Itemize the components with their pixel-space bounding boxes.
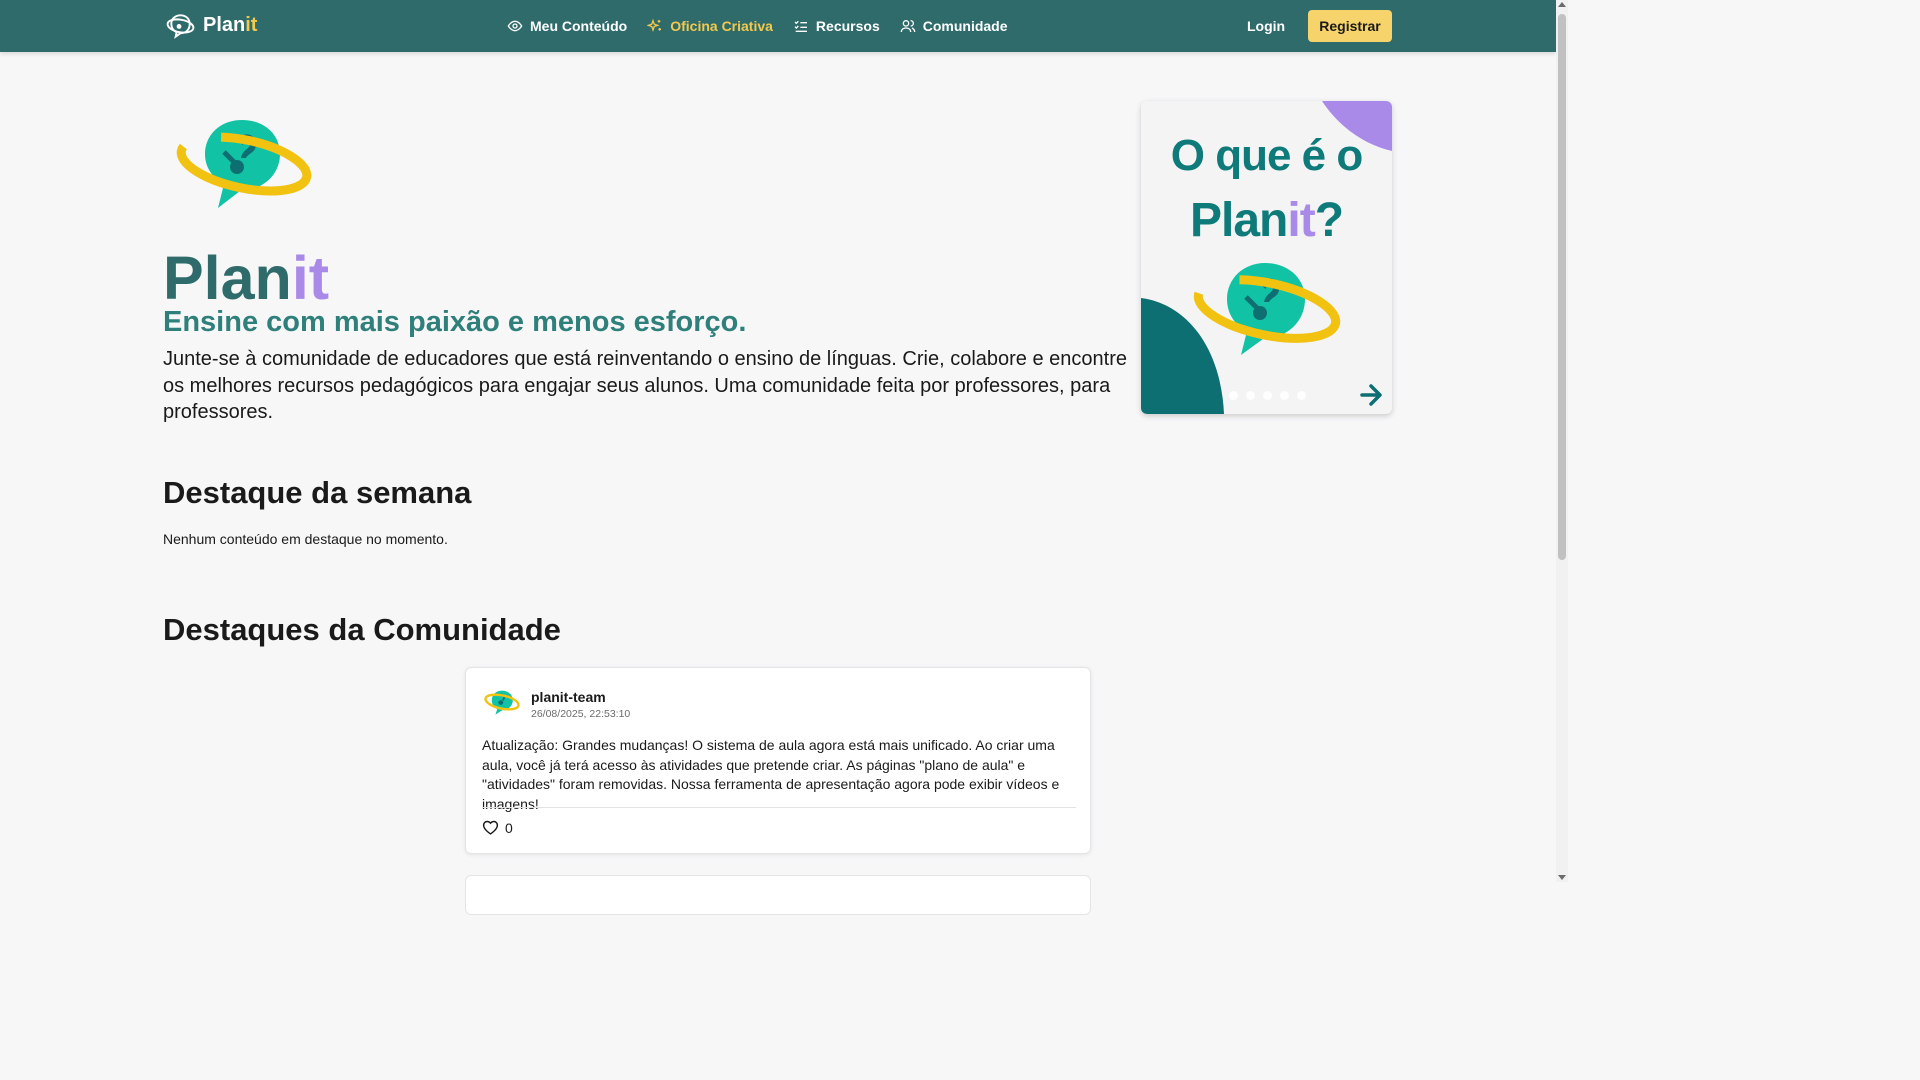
nav-recursos[interactable]: Recursos xyxy=(793,18,880,34)
main-nav: Meu Conteúdo Oficina Criativa Recursos C… xyxy=(507,0,1008,52)
register-button[interactable]: Registrar xyxy=(1308,10,1392,42)
nav-comunidade[interactable]: Comunidade xyxy=(900,18,1008,34)
brand-name-part2: it xyxy=(245,13,258,36)
carousel-dot[interactable] xyxy=(1229,391,1238,400)
avatar[interactable] xyxy=(484,688,520,716)
sparkles-icon xyxy=(647,18,662,33)
community-post-card xyxy=(465,875,1091,915)
carousel-dot[interactable] xyxy=(1263,391,1272,400)
top-navbar: Planit Meu Conteúdo Oficina Criativa Rec… xyxy=(0,0,1556,52)
planit-hero-logo-icon xyxy=(176,120,312,208)
community-title: Destaques da Comunidade xyxy=(163,612,561,647)
nav-recursos-label: Recursos xyxy=(815,18,880,34)
brand-name-part1: Plan xyxy=(203,13,246,36)
scroll-down-arrow-icon[interactable] xyxy=(1558,875,1566,880)
hero-title-part1: Plan xyxy=(163,244,292,312)
post-divider xyxy=(482,807,1076,808)
nav-comunidade-label: Comunidade xyxy=(922,18,1008,34)
carousel-next-arrow-icon[interactable] xyxy=(1360,382,1382,408)
carousel-dot[interactable] xyxy=(1246,391,1255,400)
community-post-card: planit-team 26/08/2025, 22:53:10 Atualiz… xyxy=(465,667,1091,854)
scroll-up-arrow-icon[interactable] xyxy=(1558,2,1566,7)
hero-subtitle: Ensine com mais paixão e menos esforço. xyxy=(163,306,747,338)
slide-heading-line1: O que é o xyxy=(1170,131,1363,180)
heart-icon xyxy=(482,820,499,835)
post-author[interactable]: planit-team xyxy=(531,689,606,705)
nav-meu-conteudo[interactable]: Meu Conteúdo xyxy=(507,18,627,34)
hero-title: Planit xyxy=(163,243,329,313)
post-body: Atualização: Grandes mudanças! O sistema… xyxy=(482,737,1060,813)
hero-title-part2: it xyxy=(291,244,330,312)
intro-carousel[interactable]: O que é o Planit? xyxy=(1141,101,1392,414)
nav-meu-conteudo-label: Meu Conteúdo xyxy=(530,18,628,34)
slide-heading-it: it xyxy=(1287,194,1315,247)
hero-description: Junte-se à comunidade de educadores que … xyxy=(163,348,1127,423)
nav-oficina-criativa-label: Oficina Criativa xyxy=(670,18,773,34)
login-button[interactable]: Login xyxy=(1247,18,1285,34)
users-icon xyxy=(900,20,916,33)
carousel-dot[interactable] xyxy=(1297,391,1306,400)
carousel-dots xyxy=(1229,391,1306,400)
eye-icon xyxy=(507,20,523,32)
slide-heading-question: ? xyxy=(1314,194,1344,247)
carousel-dot[interactable] xyxy=(1280,391,1289,400)
like-button[interactable]: 0 xyxy=(482,819,513,836)
post-date: 26/08/2025, 22:53:10 xyxy=(531,708,631,720)
checklist-icon xyxy=(794,20,807,32)
featured-week-title: Destaque da semana xyxy=(163,475,472,510)
page-scrollbar[interactable] xyxy=(1556,0,1568,882)
planit-logo-icon xyxy=(166,14,195,39)
slide-heading-plan: Plan xyxy=(1189,194,1288,247)
brand[interactable]: Planit xyxy=(166,11,257,39)
slide-heading-line2: Planit? xyxy=(1141,193,1392,248)
like-count: 0 xyxy=(505,819,513,836)
scroll-thumb[interactable] xyxy=(1558,14,1566,560)
nav-oficina-criativa[interactable]: Oficina Criativa xyxy=(647,18,773,34)
featured-empty-message: Nenhum conteúdo em destaque no momento. xyxy=(163,531,448,547)
planit-slide-logo-icon xyxy=(1193,263,1341,355)
